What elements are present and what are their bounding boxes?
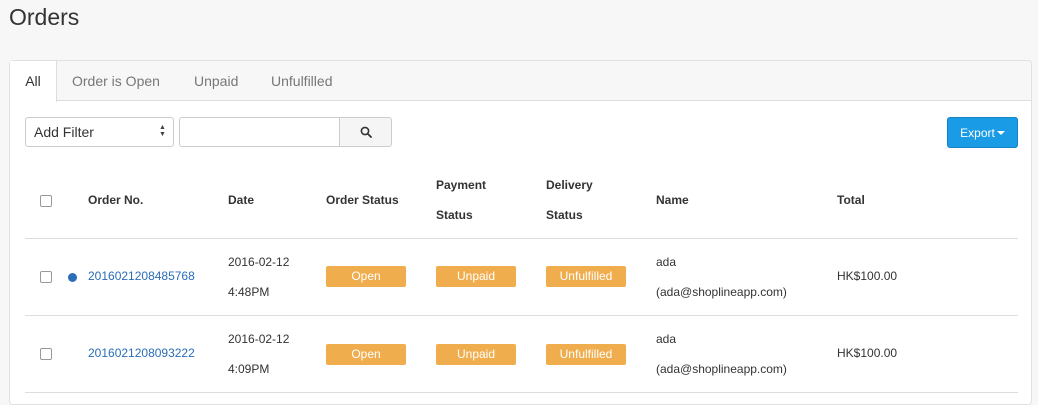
order-time: 4:09PM bbox=[228, 362, 270, 376]
header-divider bbox=[25, 238, 1018, 239]
order-status-badge: Open bbox=[326, 344, 406, 365]
column-header-order-no: Order No. bbox=[88, 193, 144, 207]
order-number-link[interactable]: 2016021208485768 bbox=[88, 269, 195, 283]
export-button[interactable]: Export bbox=[947, 117, 1018, 148]
search-input[interactable] bbox=[179, 117, 339, 147]
search-icon bbox=[360, 126, 372, 138]
add-filter-label: Add Filter bbox=[34, 124, 94, 140]
column-header-total: Total bbox=[837, 193, 865, 207]
page-title: Orders bbox=[9, 4, 80, 30]
export-label: Export bbox=[960, 125, 995, 140]
customer-name: ada bbox=[656, 332, 677, 346]
row-checkbox[interactable] bbox=[40, 271, 52, 283]
order-date: 2016-02-12 bbox=[228, 255, 290, 269]
row-divider bbox=[25, 392, 1018, 393]
order-date: 2016-02-12 bbox=[228, 332, 290, 346]
column-header-payment-line1: Payment bbox=[436, 178, 487, 192]
column-header-delivery-line2: Status bbox=[546, 208, 583, 222]
select-all-checkbox[interactable] bbox=[40, 195, 52, 207]
delivery-status-badge: Unfulfilled bbox=[546, 344, 626, 365]
tab-all[interactable]: All bbox=[10, 61, 57, 102]
column-header-delivery-line1: Delivery bbox=[546, 178, 593, 192]
payment-status-badge: Unpaid bbox=[436, 266, 516, 287]
unread-dot-icon bbox=[68, 273, 77, 282]
select-arrows-icon: ▲ ▼ bbox=[159, 124, 166, 138]
column-header-name: Name bbox=[656, 193, 689, 207]
add-filter-select[interactable]: Add Filter ▲ ▼ bbox=[25, 117, 174, 147]
order-time: 4:48PM bbox=[228, 285, 270, 299]
customer-email: (ada@shoplineapp.com) bbox=[656, 285, 787, 299]
tab-unpaid[interactable]: Unpaid bbox=[194, 61, 238, 101]
orders-panel: All Order is Open Unpaid Unfulfilled Add… bbox=[9, 60, 1032, 405]
customer-email: (ada@shoplineapp.com) bbox=[656, 362, 787, 376]
column-header-payment-line2: Status bbox=[436, 208, 473, 222]
payment-status-badge: Unpaid bbox=[436, 344, 516, 365]
column-header-date: Date bbox=[228, 193, 255, 207]
order-status-badge: Open bbox=[326, 266, 406, 287]
order-total: HK$100.00 bbox=[837, 269, 898, 283]
caret-down-icon bbox=[996, 130, 1005, 135]
delivery-status-badge: Unfulfilled bbox=[546, 266, 626, 287]
row-checkbox[interactable] bbox=[40, 348, 52, 360]
search-button[interactable] bbox=[339, 117, 392, 147]
tab-unfulfilled[interactable]: Unfulfilled bbox=[271, 61, 332, 101]
tab-order-is-open[interactable]: Order is Open bbox=[72, 61, 160, 101]
customer-name: ada bbox=[656, 255, 677, 269]
status-tabs: All Order is Open Unpaid Unfulfilled bbox=[10, 61, 1031, 102]
order-total: HK$100.00 bbox=[837, 346, 898, 360]
row-divider bbox=[25, 315, 1018, 316]
order-number-link[interactable]: 2016021208093222 bbox=[88, 346, 195, 360]
column-header-order-status: Order Status bbox=[326, 193, 399, 207]
